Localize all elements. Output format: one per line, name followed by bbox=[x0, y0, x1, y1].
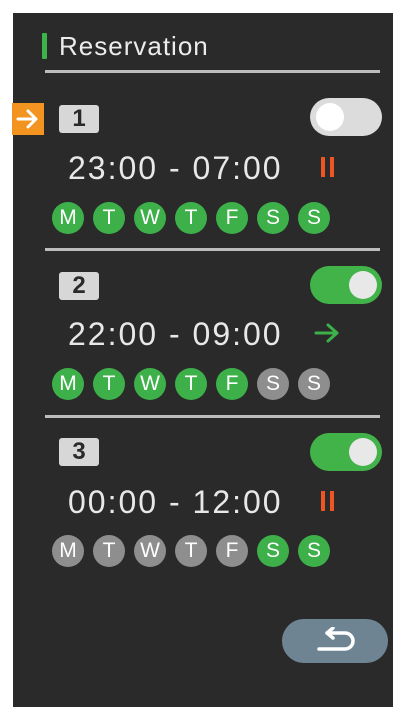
day-sunday[interactable]: S bbox=[298, 202, 330, 234]
day-monday[interactable]: M bbox=[52, 368, 84, 400]
toggle-knob bbox=[349, 271, 377, 299]
day-friday[interactable]: F bbox=[216, 202, 248, 234]
selected-slot-arrow-icon bbox=[12, 103, 44, 135]
slot-3-time[interactable]: 00:00 - 12:00 bbox=[68, 484, 283, 521]
day-wednesday[interactable]: W bbox=[134, 368, 166, 400]
header-accent-bar bbox=[42, 33, 47, 59]
slot-1-time[interactable]: 23:00 - 07:00 bbox=[68, 150, 283, 187]
page-title: Reservation bbox=[59, 30, 209, 61]
day-monday[interactable]: M bbox=[52, 202, 84, 234]
slot-divider bbox=[45, 415, 380, 418]
day-saturday[interactable]: S bbox=[257, 202, 289, 234]
header-divider bbox=[45, 70, 380, 73]
pause-icon[interactable] bbox=[312, 486, 342, 516]
slot-3-toggle[interactable] bbox=[310, 433, 382, 471]
day-tuesday[interactable]: T bbox=[93, 202, 125, 234]
day-friday[interactable]: F bbox=[216, 535, 248, 567]
day-saturday[interactable]: S bbox=[257, 535, 289, 567]
slot-number-badge: 1 bbox=[59, 105, 99, 133]
day-thursday[interactable]: T bbox=[175, 202, 207, 234]
day-tuesday[interactable]: T bbox=[93, 535, 125, 567]
return-icon bbox=[317, 627, 355, 651]
back-button[interactable] bbox=[282, 619, 388, 663]
day-sunday[interactable]: S bbox=[298, 368, 330, 400]
day-wednesday[interactable]: W bbox=[134, 202, 166, 234]
slot-1-days: M T W T F S S bbox=[52, 202, 330, 234]
slot-number-badge: 3 bbox=[59, 438, 99, 466]
toggle-knob bbox=[316, 103, 344, 131]
slot-number-badge: 2 bbox=[59, 272, 99, 300]
day-monday[interactable]: M bbox=[52, 535, 84, 567]
day-sunday[interactable]: S bbox=[298, 535, 330, 567]
day-friday[interactable]: F bbox=[216, 368, 248, 400]
slot-1-toggle[interactable] bbox=[310, 98, 382, 136]
slot-2-time[interactable]: 22:00 - 09:00 bbox=[68, 316, 283, 353]
day-saturday[interactable]: S bbox=[257, 368, 289, 400]
arrow-right-icon[interactable] bbox=[312, 318, 342, 348]
toggle-knob bbox=[349, 438, 377, 466]
day-wednesday[interactable]: W bbox=[134, 535, 166, 567]
slot-2-toggle[interactable] bbox=[310, 266, 382, 304]
day-thursday[interactable]: T bbox=[175, 368, 207, 400]
day-tuesday[interactable]: T bbox=[93, 368, 125, 400]
day-thursday[interactable]: T bbox=[175, 535, 207, 567]
page-header: Reservation bbox=[42, 30, 209, 61]
pause-icon[interactable] bbox=[312, 152, 342, 182]
slot-3-days: M T W T F S S bbox=[52, 535, 330, 567]
slot-divider bbox=[45, 248, 380, 251]
slot-2-days: M T W T F S S bbox=[52, 368, 330, 400]
